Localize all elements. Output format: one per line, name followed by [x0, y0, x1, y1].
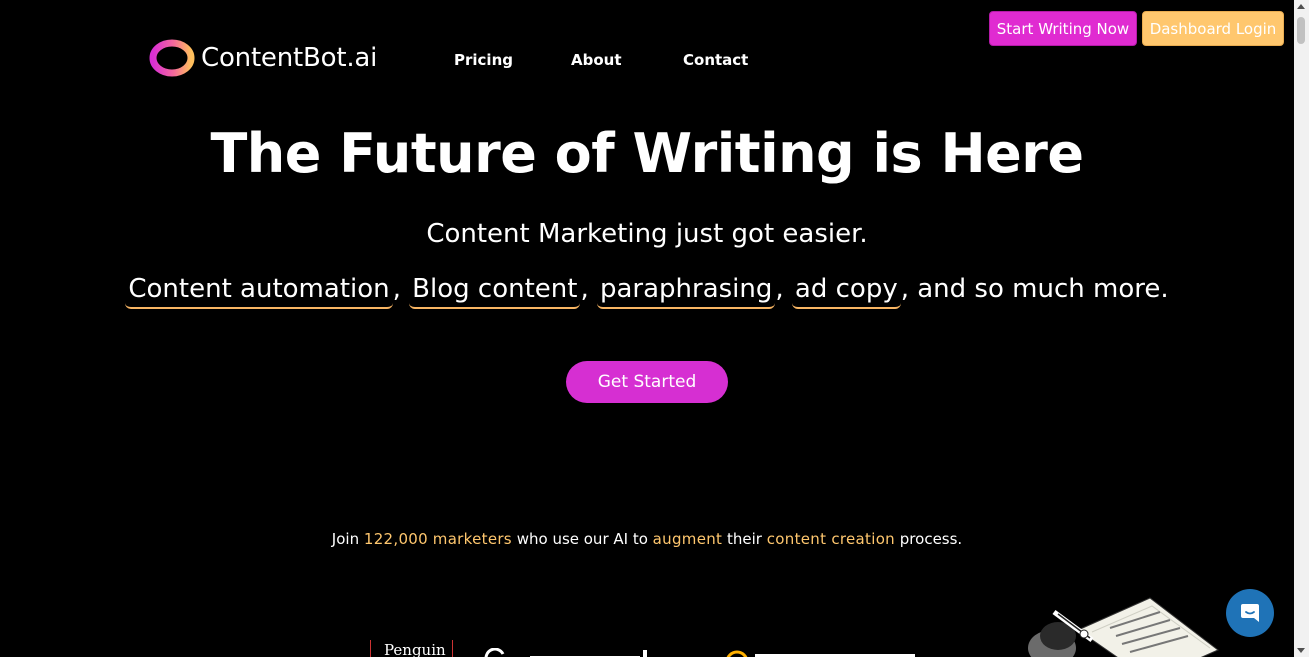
logo-ring-icon	[149, 39, 195, 77]
get-started-button[interactable]: Get Started	[566, 361, 728, 403]
penguin-logo: Penguin	[370, 640, 453, 657]
chat-bubble-icon	[1241, 604, 1259, 622]
partner-logo-2	[484, 648, 647, 657]
brand-logo[interactable]: ContentBot.ai	[148, 39, 377, 77]
who-use-text: who use our AI to	[516, 530, 648, 548]
social-proof-text: Join 122,000 marketers who use our AI to…	[0, 530, 1294, 548]
their-word: their	[727, 530, 762, 548]
join-word: Join	[331, 530, 360, 548]
marketers-word: marketers	[432, 530, 512, 548]
start-writing-button[interactable]: Start Writing Now	[989, 11, 1137, 46]
feature-blog-content[interactable]: Blog content	[409, 274, 581, 309]
process-word: process.	[899, 530, 963, 548]
hero-title: The Future of Writing is Here	[210, 122, 1084, 185]
partner-logo-3	[726, 650, 915, 657]
writing-illustration	[1028, 597, 1219, 657]
feature-ad-copy[interactable]: ad copy	[791, 274, 901, 309]
features-suffix: , and so much more.	[900, 274, 1169, 304]
landing-page: ContentBot.ai Pricing About Contact Star…	[0, 0, 1309, 657]
content-creation-word: content creation	[766, 530, 895, 548]
scroll-down-icon[interactable]	[1297, 648, 1305, 653]
dashboard-login-button[interactable]: Dashboard Login	[1142, 11, 1284, 46]
nav-contact-link[interactable]: Contact	[683, 51, 748, 69]
scroll-up-icon[interactable]	[1297, 4, 1305, 9]
hero-subtitle: Content Marketing just got easier.	[426, 219, 868, 249]
vertical-scrollbar[interactable]	[1294, 0, 1309, 657]
scroll-thumb[interactable]	[1297, 17, 1305, 44]
brand-name: ContentBot.ai	[201, 43, 378, 73]
feature-paraphrasing[interactable]: paraphrasing	[596, 274, 776, 309]
marketer-count: 122,000	[363, 530, 428, 548]
chat-launcher-button[interactable]	[1226, 589, 1274, 637]
augment-word: augment	[652, 530, 723, 548]
nav-about-link[interactable]: About	[571, 51, 622, 69]
feature-content-automation[interactable]: Content automation	[125, 274, 393, 309]
partner-logos: Penguin	[370, 640, 930, 657]
hero-feature-list: Content automation, Blog content, paraph…	[0, 274, 1294, 309]
nav-pricing-link[interactable]: Pricing	[454, 51, 513, 69]
